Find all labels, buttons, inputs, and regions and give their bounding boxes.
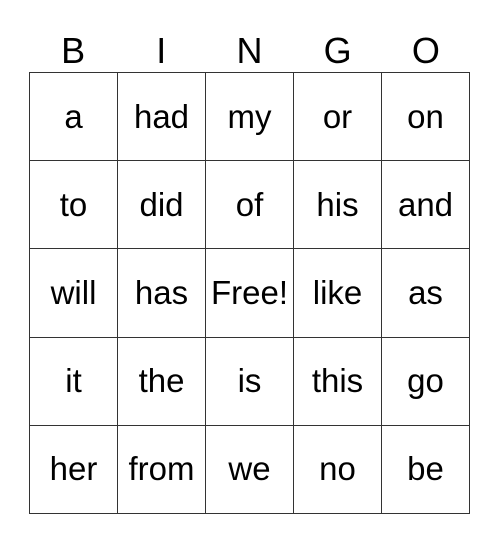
bingo-cell[interactable]: or [294, 73, 382, 162]
header-letter-b: B [61, 30, 86, 71]
bingo-cell[interactable]: has [118, 249, 206, 338]
bingo-cell[interactable]: be [382, 425, 470, 514]
bingo-cell[interactable]: will [30, 249, 118, 338]
bingo-cell[interactable]: we [206, 425, 294, 514]
bingo-cell[interactable]: and [382, 161, 470, 250]
free-space-cell[interactable]: Free! [206, 249, 294, 338]
bingo-cell[interactable]: no [294, 425, 382, 514]
bingo-cell[interactable]: is [206, 337, 294, 426]
header-letter-o: O [411, 30, 440, 71]
bingo-cell[interactable]: his [294, 161, 382, 250]
bingo-cell[interactable]: her [30, 425, 118, 514]
header-letter-g: G [323, 30, 352, 71]
bingo-cell[interactable]: as [382, 249, 470, 338]
bingo-cell[interactable]: the [118, 337, 206, 426]
bingo-cell[interactable]: this [294, 337, 382, 426]
header-letter-i: I [156, 30, 167, 71]
bingo-cell[interactable]: it [30, 337, 118, 426]
bingo-cell[interactable]: had [118, 73, 206, 162]
bingo-cell[interactable]: a [30, 73, 118, 162]
bingo-cell[interactable]: like [294, 249, 382, 338]
header-letter-n: N [236, 30, 263, 71]
bingo-cell[interactable]: my [206, 73, 294, 162]
bingo-header: BINGO [29, 30, 470, 72]
bingo-grid: a had my or on to did of his and will has Free! like a… [29, 72, 470, 514]
bingo-cell[interactable]: of [206, 161, 294, 250]
bingo-cell[interactable]: did [118, 161, 206, 250]
bingo-cell[interactable]: go [382, 337, 470, 426]
bingo-cell[interactable]: on [382, 73, 470, 162]
bingo-cell[interactable]: to [30, 161, 118, 250]
bingo-cell[interactable]: from [118, 425, 206, 514]
